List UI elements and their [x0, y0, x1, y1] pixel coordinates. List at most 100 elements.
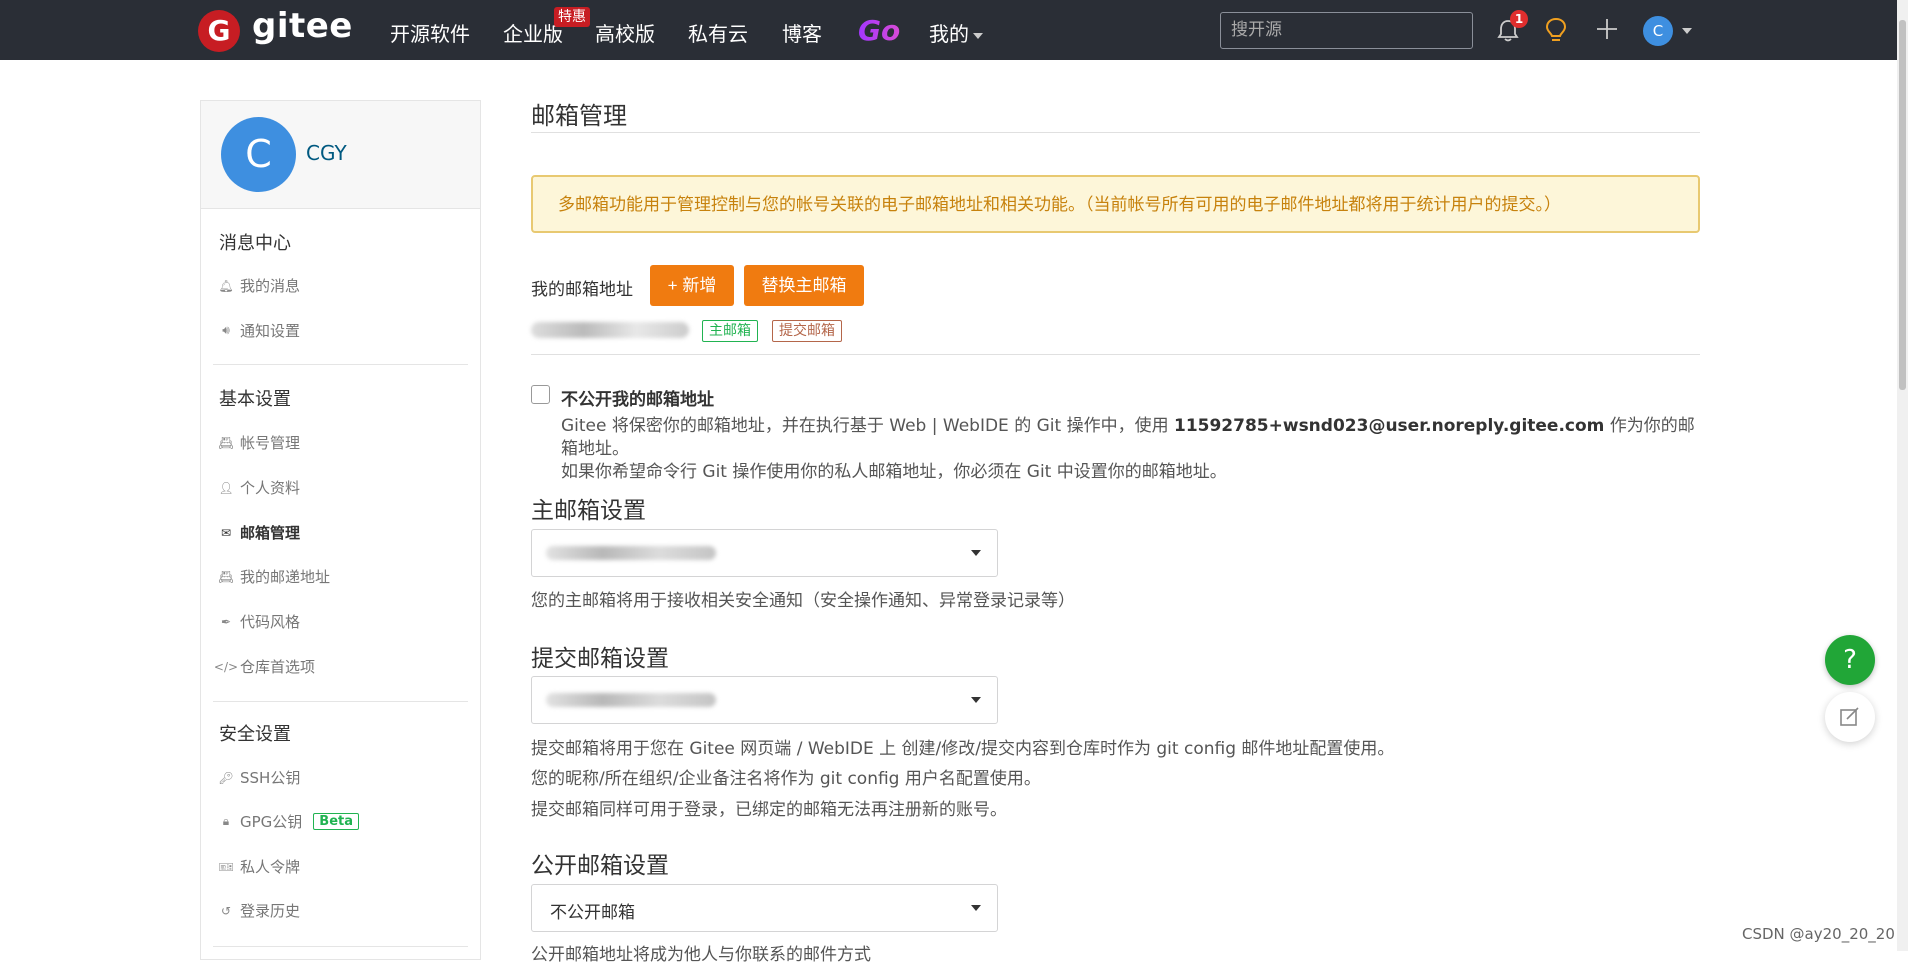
nav-private-cloud[interactable]: 私有云	[688, 18, 748, 47]
dropdown-caret-icon	[971, 905, 981, 911]
sidebar-item-private-tokens[interactable]: 🎫︎ 私人令牌	[218, 856, 301, 877]
feedback-button[interactable]	[1825, 692, 1875, 742]
address-card-icon: 📇︎	[218, 569, 234, 584]
selected-email-redacted	[546, 693, 716, 707]
commit-email-help-1: 提交邮箱将用于您在 Gitee 网页端 / WebIDE 上 创建/修改/提交内…	[531, 739, 1395, 759]
watermark: CSDN @ay20_20_20	[1742, 925, 1895, 943]
user-avatar[interactable]: C	[1643, 16, 1673, 46]
public-email-help: 公开邮箱地址将成为他人与你联系的邮件方式	[531, 945, 871, 965]
sidebar-item-label: 帐号管理	[240, 434, 301, 452]
user-icon: 👤︎	[218, 480, 234, 495]
sidebar-item-label: 登录历史	[240, 902, 301, 920]
sidebar-divider	[213, 701, 468, 702]
email-address-redacted	[531, 322, 689, 338]
top-navbar: G gitee 开源软件 企业版 特惠 高校版 私有云 博客 Go 我的 搜开源…	[0, 0, 1908, 60]
nav-education[interactable]: 高校版	[595, 18, 655, 47]
section-title-basic: 基本设置	[219, 389, 291, 410]
sidebar-divider	[213, 364, 468, 365]
sidebar-item-email[interactable]: ✉︎ 邮箱管理	[219, 522, 300, 543]
sidebar-item-my-messages[interactable]: 🔔︎ 我的消息	[218, 275, 301, 296]
bell-icon: 🔔︎	[218, 278, 234, 293]
lock-icon: 🔒︎	[222, 814, 230, 828]
private-desc-text: Gitee 将保密你的邮箱地址，并在执行基于 Web | WebIDE 的 Gi…	[561, 416, 1174, 436]
replace-primary-email-button[interactable]: 替换主邮箱	[744, 265, 864, 306]
sidebar-item-repo-preferences[interactable]: </> 仓库首选项	[213, 656, 316, 677]
nav-go[interactable]: Go	[858, 14, 900, 47]
sidebar-item-label: SSH公钥	[240, 769, 301, 787]
profile-username[interactable]: CGY	[306, 141, 347, 165]
private-email-checkbox[interactable]	[531, 385, 550, 404]
private-email-description: Gitee 将保密你的邮箱地址，并在执行基于 Web | WebIDE 的 Gi…	[561, 415, 1711, 484]
nav-mine[interactable]: 我的	[929, 18, 983, 47]
primary-email-tag: 主邮箱	[702, 320, 758, 342]
sidebar-item-account[interactable]: 📇︎ 帐号管理	[218, 432, 301, 453]
sidebar-item-notification-settings[interactable]: 🔊︎ 通知设置	[219, 320, 300, 341]
key-icon: 🔑︎	[218, 770, 234, 785]
section-title-security: 安全设置	[219, 724, 291, 745]
sidebar-item-label: 我的邮递地址	[240, 568, 331, 586]
search-input[interactable]: 搜开源	[1220, 12, 1473, 49]
sidebar-item-code-style[interactable]: ✒︎ 代码风格	[219, 611, 300, 632]
sidebar-item-login-history[interactable]: ↺ 登录历史	[219, 900, 300, 921]
beta-badge: Beta	[313, 813, 360, 830]
commit-email-settings-title: 提交邮箱设置	[531, 646, 669, 672]
sidebar-item-profile[interactable]: 👤︎ 个人资料	[218, 477, 301, 498]
help-button[interactable]: ?	[1825, 635, 1875, 685]
noreply-email: 11592785+wsnd023@user.noreply.gitee.com	[1173, 416, 1605, 436]
section-title-messages: 消息中心	[219, 233, 291, 254]
plus-icon[interactable]	[1595, 17, 1619, 41]
nav-open-source[interactable]: 开源软件	[390, 18, 470, 47]
avatar-chevron-down-icon[interactable]	[1682, 28, 1692, 34]
gitee-logo-text[interactable]: gitee	[252, 6, 353, 46]
special-offer-badge: 特惠	[554, 7, 590, 27]
envelope-icon: ✉︎	[220, 525, 232, 540]
nav-mine-label: 我的	[929, 22, 969, 46]
gitee-logo-icon[interactable]: G	[198, 10, 240, 52]
sidebar-item-label: 私人令牌	[240, 858, 301, 876]
history-icon: ↺	[220, 903, 232, 918]
info-notice: 多邮箱功能用于管理控制与您的帐号关联的电子邮箱地址和相关功能。（当前帐号所有可用…	[531, 175, 1700, 233]
sidebar-item-label: 个人资料	[240, 479, 301, 497]
notification-count-badge: 1	[1510, 10, 1528, 28]
public-email-select[interactable]: 不公开邮箱	[531, 884, 998, 932]
dropdown-caret-icon	[971, 550, 981, 556]
lightbulb-icon[interactable]	[1545, 17, 1567, 45]
primary-email-select[interactable]	[531, 529, 998, 577]
code-icon: </>	[213, 659, 239, 674]
page-title: 邮箱管理	[531, 102, 627, 130]
id-card-icon: 📇︎	[218, 435, 234, 450]
section-divider	[531, 354, 1700, 355]
sidebar-item-label: 我的消息	[240, 277, 301, 295]
sidebar-item-label: 代码风格	[240, 613, 301, 631]
sidebar-item-label: 仓库首选项	[240, 658, 316, 676]
sidebar-divider	[213, 946, 468, 947]
speaker-icon: 🔊︎	[222, 323, 230, 337]
scrollbar-thumb[interactable]	[1899, 20, 1906, 390]
sidebar-item-label: GPG公钥	[240, 813, 303, 831]
sidebar-profile: C CGY	[201, 101, 480, 209]
private-email-label[interactable]: 不公开我的邮箱地址	[561, 385, 714, 410]
title-divider	[531, 132, 1700, 133]
sidebar-item-mailing-address[interactable]: 📇︎ 我的邮递地址	[218, 566, 331, 587]
sidebar-item-ssh-keys[interactable]: 🔑︎ SSH公钥	[218, 767, 301, 788]
profile-avatar[interactable]: C	[221, 117, 296, 192]
chevron-down-icon	[973, 32, 983, 39]
sidebar-item-label: 通知设置	[240, 322, 301, 340]
token-icon: 🎫︎	[218, 859, 234, 874]
commit-email-tag: 提交邮箱	[772, 320, 842, 342]
settings-sidebar: C CGY 消息中心 🔔︎ 我的消息 🔊︎ 通知设置 基本设置 📇︎ 帐号管理 👤︎ 个…	[200, 100, 481, 960]
my-email-label: 我的邮箱地址	[531, 280, 633, 300]
nav-blog[interactable]: 博客	[782, 18, 822, 47]
commit-email-select[interactable]	[531, 676, 998, 724]
sidebar-item-label: 邮箱管理	[240, 524, 301, 542]
primary-email-help: 您的主邮箱将用于接收相关安全通知（安全操作通知、异常登录记录等）	[531, 591, 1075, 611]
primary-email-settings-title: 主邮箱设置	[531, 498, 646, 524]
sidebar-item-gpg-keys[interactable]: 🔒︎ GPG公钥 Beta	[219, 811, 360, 832]
dropdown-caret-icon	[971, 697, 981, 703]
add-email-button[interactable]: + 新增	[650, 265, 734, 306]
public-email-selected-value: 不公开邮箱	[550, 903, 635, 923]
commit-email-help-2: 您的昵称/所在组织/企业备注名将作为 git config 用户名配置使用。	[531, 769, 1041, 789]
private-desc-text: 如果你希望命令行 Git 操作使用你的私人邮箱地址，你必须在 Git 中设置你的…	[561, 462, 1227, 482]
public-email-settings-title: 公开邮箱设置	[531, 853, 669, 879]
edit-icon	[1840, 707, 1859, 726]
